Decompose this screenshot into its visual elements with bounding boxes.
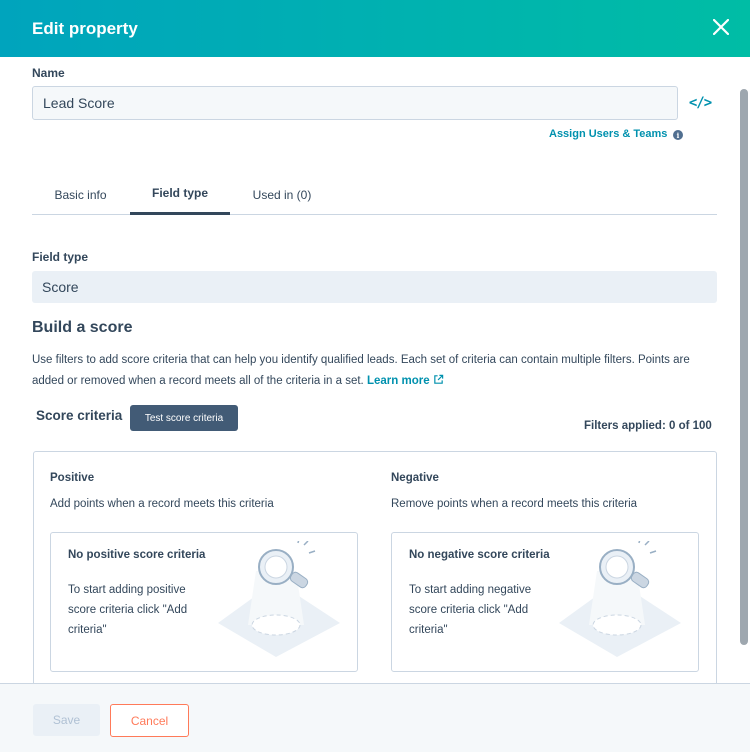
modal-header: Edit property [0,0,750,57]
tab-used-in[interactable]: Used in (0) [242,174,322,215]
magnifier-illustration-icon [218,541,340,657]
learn-more-label: Learn more [366,375,430,387]
negative-empty-state: No negative score criteria To start addi… [391,532,699,672]
cancel-button[interactable]: Cancel [110,704,189,737]
modal-footer: Save Cancel [0,683,750,752]
external-link-icon [434,374,444,384]
tab-bar: Basic info Field type Used in (0) [32,174,717,215]
description-text: Use filters to add score criteria that c… [32,354,690,387]
test-score-criteria-button[interactable]: Test score criteria [130,405,238,431]
filters-applied-count: Filters applied: 0 of 100 [584,420,712,432]
name-input[interactable]: Lead Score [32,86,678,120]
save-button[interactable]: Save [33,704,100,736]
positive-empty-title: No positive score criteria [68,549,206,561]
name-input-value: Lead Score [43,95,115,111]
code-icon[interactable]: </> [688,92,712,114]
positive-title: Positive [50,472,95,484]
positive-empty-state: No positive score criteria To start addi… [50,532,358,672]
positive-subtitle: Add points when a record meets this crit… [50,498,274,510]
positive-empty-text: To start adding positive score criteria … [68,584,188,636]
field-type-label: Field type [32,250,89,264]
modal-title: Edit property [32,18,138,38]
tab-field-type[interactable]: Field type [130,174,230,215]
build-score-description: Use filters to add score criteria that c… [32,350,722,392]
close-icon [713,19,729,35]
assign-users-teams-link[interactable]: Assign Users & Teams [549,128,667,140]
vertical-scrollbar[interactable] [740,89,748,645]
negative-subtitle: Remove points when a record meets this c… [391,498,638,510]
tab-basic-info[interactable]: Basic info [32,174,129,215]
negative-title: Negative [391,472,439,484]
learn-more-link[interactable]: Learn more [366,374,444,387]
criteria-container: Positive Add points when a record meets … [33,451,717,683]
modal-body: Name Lead Score </> Assign Users & Teams… [0,57,750,683]
score-criteria-label: Score criteria [36,408,123,423]
magnifier-illustration-icon [559,541,681,657]
name-label: Name [32,66,65,80]
close-button[interactable] [708,14,734,40]
info-icon[interactable]: i [673,130,683,140]
field-type-select: Score [32,271,717,303]
negative-empty-title: No negative score criteria [409,549,550,561]
build-score-title: Build a score [32,319,133,336]
negative-empty-text: To start adding negative score criteria … [409,584,532,636]
field-type-value: Score [42,279,79,295]
